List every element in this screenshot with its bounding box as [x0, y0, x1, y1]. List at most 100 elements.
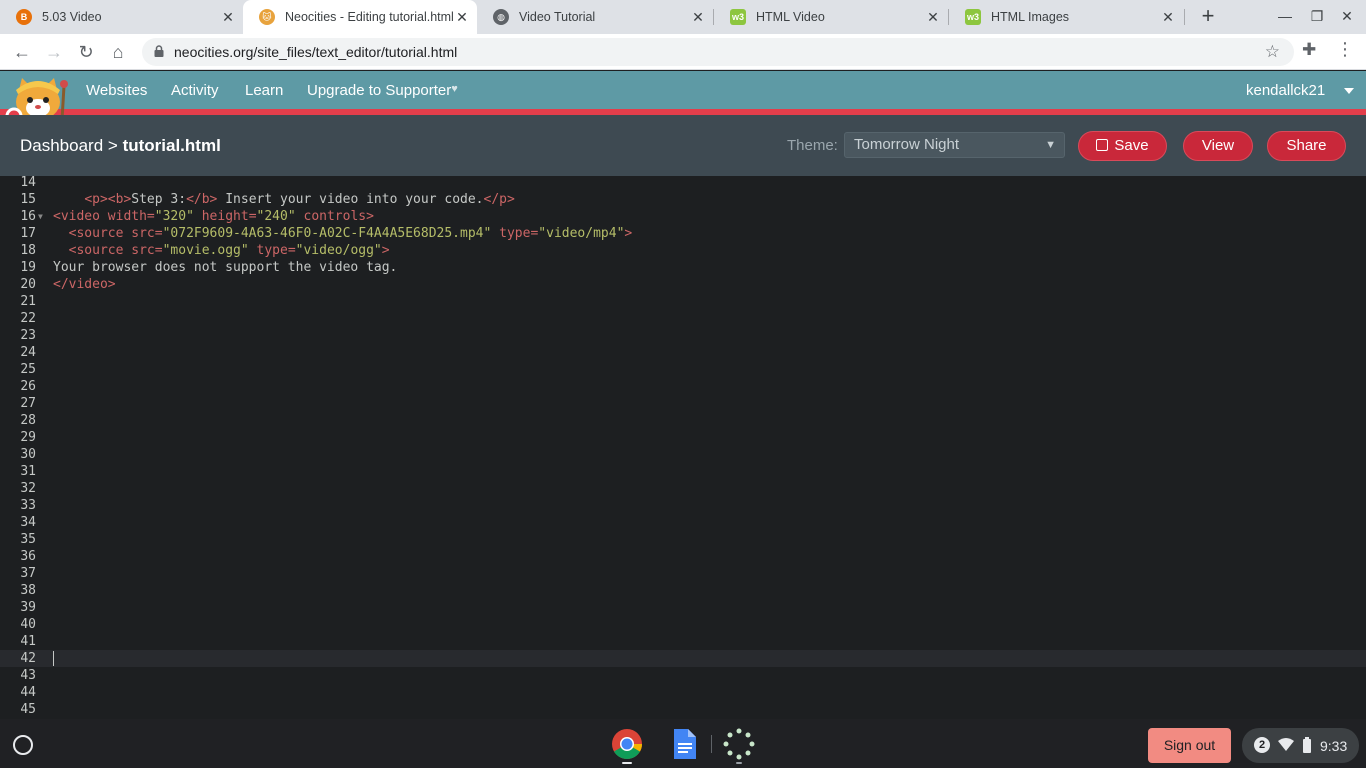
code-line[interactable]: 21 [0, 293, 1366, 310]
line-number: 44 [20, 685, 36, 700]
chrome-icon[interactable] [611, 728, 643, 760]
loading-app-icon[interactable] [723, 728, 755, 760]
code-line[interactable]: 44 [0, 684, 1366, 701]
code-line[interactable]: 27 [0, 395, 1366, 412]
nav-learn[interactable]: Learn [245, 82, 283, 99]
code-line[interactable]: 37 [0, 565, 1366, 582]
tab-5-03-video[interactable]: B 5.03 Video ✕ [0, 0, 243, 34]
theme-select[interactable]: Tomorrow Night ▼ [844, 132, 1065, 158]
clock: 9:33 [1320, 738, 1348, 754]
restore-icon[interactable]: ❐ [1308, 8, 1326, 25]
chevron-down-icon[interactable] [1344, 88, 1354, 94]
code-line[interactable]: 26 [0, 378, 1366, 395]
forward-arrow-icon[interactable]: → [42, 40, 66, 64]
address-bar[interactable]: neocities.org/site_files/text_editor/tut… [142, 38, 1294, 66]
code-line[interactable]: 38 [0, 582, 1366, 599]
code-token: "video/mp4" [538, 226, 625, 241]
code-line[interactable]: 29 [0, 429, 1366, 446]
nav-websites[interactable]: Websites [86, 82, 147, 99]
code-line[interactable]: 39 [0, 599, 1366, 616]
new-tab-button[interactable]: + [1196, 4, 1220, 28]
nav-upgrade[interactable]: Upgrade to Supporter♥ [307, 82, 458, 99]
line-number: 29 [20, 430, 36, 445]
close-icon[interactable]: ✕ [219, 9, 237, 26]
line-number: 22 [20, 311, 36, 326]
line-number: 16 [20, 209, 36, 224]
code-line[interactable]: 15 <p><b>Step 3:</b> Insert your video i… [0, 191, 1366, 208]
code-line[interactable]: 16 ▼ <video width="320" height="240" contr… [0, 208, 1366, 225]
code-line[interactable]: 18 <source src="movie.ogg" type="video/o… [0, 242, 1366, 259]
line-number: 38 [20, 583, 36, 598]
code-line[interactable]: 36 [0, 548, 1366, 565]
code-token: > [381, 243, 390, 258]
code-line[interactable]: 41 [0, 633, 1366, 650]
code-line[interactable]: 20 </video> [0, 276, 1366, 293]
code-line[interactable]: 30 [0, 446, 1366, 463]
tab-neocities-editing[interactable]: 🐱 Neocities - Editing tutorial.html ✕ [243, 0, 477, 34]
code-line[interactable]: 19 Your browser does not support the vide… [0, 259, 1366, 276]
fold-arrow-icon[interactable]: ▼ [38, 208, 43, 225]
browser-menu-icon[interactable]: ⋮ [1336, 39, 1354, 60]
w3schools-icon: w3 [730, 9, 746, 25]
nav-activity[interactable]: Activity [171, 82, 219, 99]
back-arrow-icon[interactable]: ← [10, 40, 34, 64]
home-icon[interactable]: ⌂ [106, 40, 130, 64]
minimize-icon[interactable]: — [1276, 8, 1294, 24]
close-icon[interactable]: ✕ [689, 9, 707, 26]
code-line[interactable]: 34 [0, 514, 1366, 531]
code-token: > [366, 209, 374, 224]
share-button[interactable]: Share [1267, 131, 1346, 161]
save-button[interactable]: Save [1078, 131, 1167, 161]
reload-icon[interactable]: ↻ [74, 40, 98, 64]
close-icon[interactable]: ✕ [924, 9, 942, 26]
close-window-icon[interactable]: ✕ [1338, 8, 1356, 25]
code-line[interactable]: 14 [0, 176, 1366, 191]
close-icon[interactable]: ✕ [453, 9, 471, 26]
line-number: 42 [20, 651, 36, 666]
code-line[interactable]: 33 [0, 497, 1366, 514]
code-line[interactable]: 43 [0, 667, 1366, 684]
code-token: Step 3: [131, 192, 187, 207]
launcher-icon[interactable] [13, 735, 33, 755]
code-line[interactable]: 31 [0, 463, 1366, 480]
code-line[interactable]: 32 [0, 480, 1366, 497]
code-line[interactable]: 35 [0, 531, 1366, 548]
line-number: 37 [20, 566, 36, 581]
line-number: 17 [20, 226, 36, 241]
username-menu[interactable]: kendallck21 [1246, 82, 1325, 99]
code-line[interactable]: 24 [0, 344, 1366, 361]
sign-out-button[interactable]: Sign out [1148, 728, 1231, 763]
code-token: "320" [154, 209, 194, 224]
close-icon[interactable]: ✕ [1159, 9, 1177, 26]
google-docs-icon[interactable] [668, 728, 700, 760]
code-line[interactable]: 42 [0, 650, 1366, 667]
tab-html-images[interactable]: w3 HTML Images ✕ [949, 0, 1183, 34]
code-line[interactable]: 23 [0, 327, 1366, 344]
neocities-cat-icon: 🐱 [259, 9, 275, 25]
running-indicator [622, 762, 632, 764]
tab-video-tutorial[interactable]: ◍ Video Tutorial ✕ [477, 0, 713, 34]
notification-badge[interactable]: 2 [1254, 737, 1270, 753]
tab-title: 5.03 Video [42, 10, 102, 24]
code-token: src= [123, 243, 163, 258]
bookmark-star-icon[interactable]: ☆ [1265, 42, 1280, 62]
extensions-puzzle-icon[interactable]: ✚ [1302, 40, 1316, 60]
code-line[interactable]: 40 [0, 616, 1366, 633]
code-line[interactable]: 45 [0, 701, 1366, 718]
share-label: Share [1286, 137, 1327, 154]
code-line[interactable]: 28 [0, 412, 1366, 429]
code-token: height= [193, 209, 257, 224]
view-button[interactable]: View [1183, 131, 1253, 161]
line-number: 21 [20, 294, 36, 309]
globe-icon: ◍ [493, 9, 509, 25]
code-line[interactable]: 25 [0, 361, 1366, 378]
line-number: 23 [20, 328, 36, 343]
code-line[interactable]: 22 [0, 310, 1366, 327]
url-text: neocities.org/site_files/text_editor/tut… [174, 44, 458, 60]
tab-html-video[interactable]: w3 HTML Video ✕ [714, 0, 948, 34]
code-editor[interactable]: 14 15 <p><b>Step 3:</b> Insert your video… [0, 176, 1366, 719]
code-line[interactable]: 17 <source src="072F9609-4A63-46F0-A02C-… [0, 225, 1366, 242]
line-number: 32 [20, 481, 36, 496]
breadcrumb-dashboard[interactable]: Dashboard [20, 136, 103, 155]
code-token: width= [99, 209, 155, 224]
